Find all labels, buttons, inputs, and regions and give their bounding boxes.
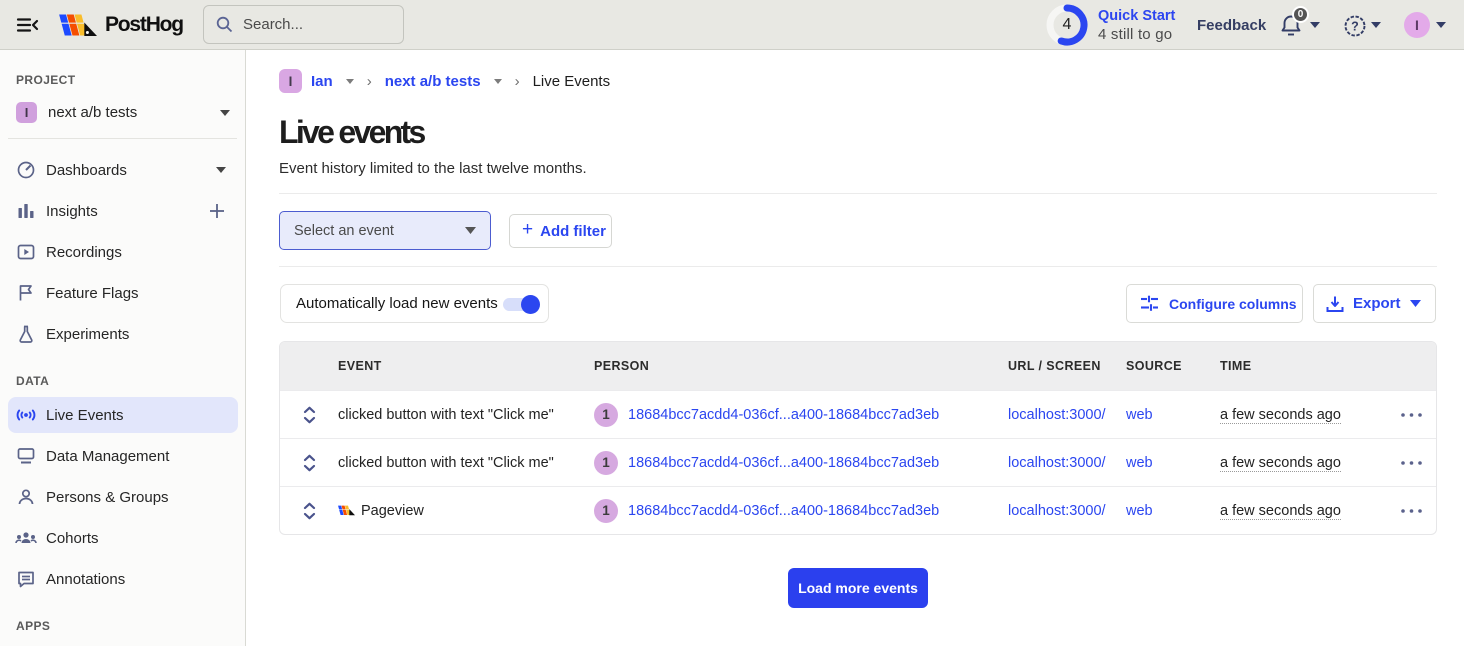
svg-text:?: ? — [1351, 19, 1359, 33]
